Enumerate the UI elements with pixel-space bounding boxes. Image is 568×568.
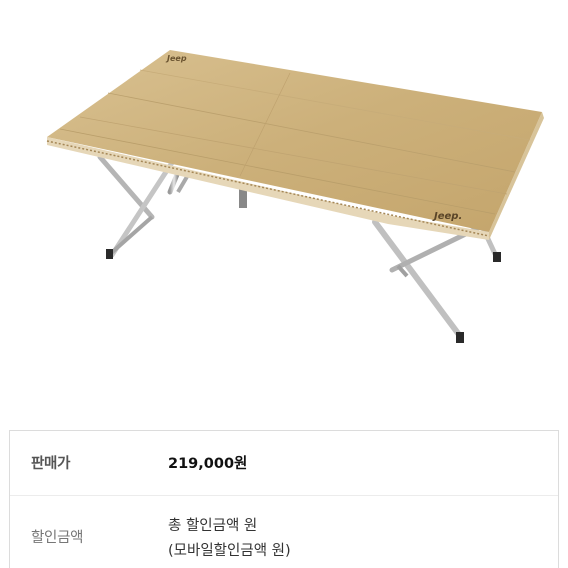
table-legs-left — [97, 154, 178, 259]
table-legs-right — [372, 219, 501, 343]
product-image: Jeep Jeep. — [20, 0, 551, 398]
discount-mobile: (모바일할인금액 원) — [168, 543, 291, 559]
discount-values: 총 할인금액 원 (모바일할인금액 원) — [168, 514, 291, 564]
brand-mark-top: Jeep — [165, 54, 187, 63]
brand-mark-corner: Jeep. — [432, 211, 462, 222]
bamboo-table-illustration: Jeep Jeep. — [46, 50, 544, 343]
price-info-table: 판매가 219,000원 할인금액 총 할인금액 원 (모바일할인금액 원) — [9, 430, 559, 568]
table-top — [47, 50, 542, 232]
discount-total: 총 할인금액 원 — [168, 518, 258, 534]
discount-label: 할인금액 — [31, 530, 84, 546]
product-detail-page: Jeep Jeep. 판매가 219,000원 할인금액 총 할인금액 원 (모… — [0, 0, 568, 568]
sale-price-value: 219,000원 — [168, 456, 248, 472]
sale-price-label: 판매가 — [31, 456, 71, 472]
sale-price-row: 판매가 219,000원 — [10, 431, 558, 496]
discount-row: 할인금액 총 할인금액 원 (모바일할인금액 원) — [10, 496, 558, 568]
